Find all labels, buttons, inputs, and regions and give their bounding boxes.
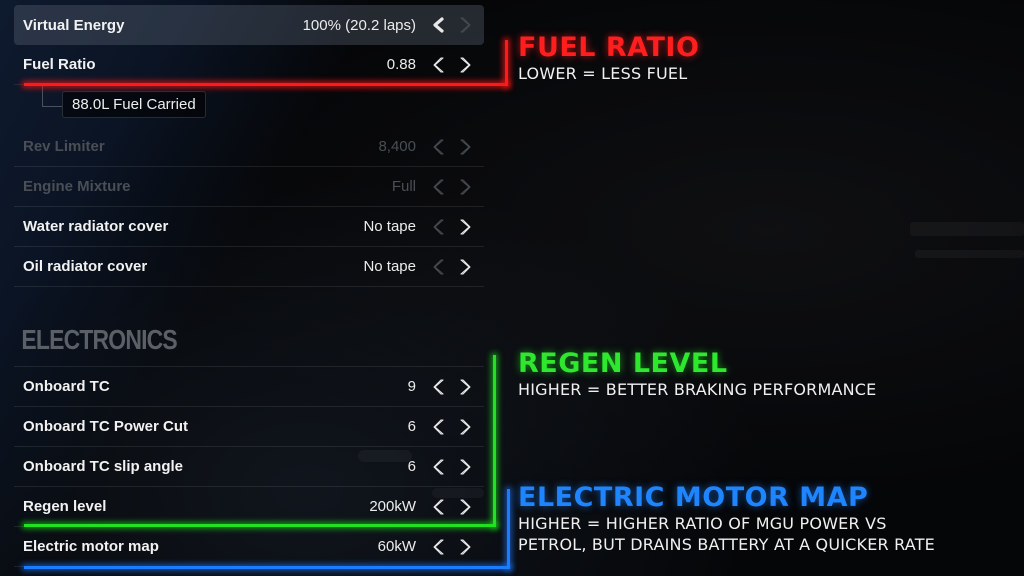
setting-value: 9 <box>407 378 416 395</box>
chevron-right-icon[interactable] <box>457 55 474 75</box>
setting-row-water-radiator-cover[interactable]: Water radiator cover No tape <box>14 207 484 247</box>
section-title-electronics: ELECTRONICS <box>14 287 485 367</box>
setting-row-virtual-energy[interactable]: Virtual Energy 100% (20.2 laps) <box>14 5 484 45</box>
setting-value: No tape <box>363 218 416 235</box>
setting-value: 8,400 <box>378 138 416 155</box>
chevron-right-icon[interactable] <box>457 457 474 477</box>
annotation-title: REGEN LEVEL <box>518 348 728 379</box>
setting-label: Electric motor map <box>23 538 159 555</box>
fuel-carried-info: 88.0L Fuel Carried <box>14 85 484 127</box>
fuel-ratio-underline <box>24 83 508 86</box>
chevron-left-icon[interactable] <box>430 217 447 237</box>
chevron-right-icon[interactable] <box>457 497 474 517</box>
setting-label: Regen level <box>23 498 107 515</box>
background-shape <box>910 222 1024 236</box>
setting-row-onboard-tc-power-cut[interactable]: Onboard TC Power Cut 6 <box>14 407 484 447</box>
fuel-carried-badge: 88.0L Fuel Carried <box>62 91 206 118</box>
chevron-right-icon[interactable] <box>457 15 474 35</box>
setting-value: 60kW <box>377 538 416 555</box>
chevron-right-icon[interactable] <box>457 217 474 237</box>
setting-value: 0.88 <box>386 56 416 73</box>
tree-connector <box>42 85 62 107</box>
chevron-left-icon[interactable] <box>430 137 447 157</box>
chevron-left-icon[interactable] <box>430 257 447 277</box>
setting-value: 200kW <box>369 498 416 515</box>
chevron-right-icon[interactable] <box>457 417 474 437</box>
settings-panel: Virtual Energy 100% (20.2 laps) Fuel Ratio… <box>14 5 485 567</box>
annotation-description: HIGHER = BETTER BRAKING PERFORMANCE <box>518 380 877 399</box>
setting-value: 6 <box>407 458 416 475</box>
setting-label: Onboard TC Power Cut <box>23 418 188 435</box>
chevron-right-icon[interactable] <box>457 177 474 197</box>
chevron-right-icon[interactable] <box>457 377 474 397</box>
chevron-right-icon[interactable] <box>457 257 474 277</box>
annotation-description: PETROL, BUT DRAINS BATTERY AT A QUICKER … <box>518 535 935 554</box>
setting-label: Virtual Energy <box>23 16 125 34</box>
setting-label: Fuel Ratio <box>23 56 96 73</box>
annotation-description: HIGHER = HIGHER RATIO OF MGU POWER VS <box>518 514 887 533</box>
setting-label: Water radiator cover <box>23 218 169 235</box>
setting-value: 6 <box>407 418 416 435</box>
setting-label: Rev Limiter <box>23 138 105 155</box>
regen-level-annotation: REGEN LEVEL HIGHER = BETTER BRAKING PERF… <box>518 348 877 400</box>
setting-value: Full <box>391 178 416 195</box>
annotation-description: LOWER = LESS FUEL <box>518 64 688 83</box>
background-shape <box>915 250 1024 258</box>
chevron-left-icon[interactable] <box>430 417 447 437</box>
fuel-ratio-connector <box>505 40 508 86</box>
setting-value: 100% (20.2 laps) <box>302 16 416 34</box>
regen-level-connector <box>493 355 496 527</box>
electric-motor-map-connector <box>507 489 510 569</box>
setting-row-onboard-tc[interactable]: Onboard TC 9 <box>14 367 484 407</box>
chevron-left-icon[interactable] <box>430 457 447 477</box>
chevron-right-icon[interactable] <box>457 137 474 157</box>
fuel-ratio-annotation: FUEL RATIO LOWER = LESS FUEL <box>518 32 699 84</box>
setting-label: Engine Mixture <box>23 178 131 195</box>
setting-row-fuel-ratio[interactable]: Fuel Ratio 0.88 <box>14 45 484 85</box>
electric-motor-map-underline <box>24 566 510 569</box>
setting-label: Onboard TC <box>23 378 110 395</box>
setting-row-engine-mixture[interactable]: Engine Mixture Full <box>14 167 484 207</box>
setting-label: Onboard TC slip angle <box>23 458 184 475</box>
setting-row-onboard-tc-slip-angle[interactable]: Onboard TC slip angle 6 <box>14 447 484 487</box>
chevron-left-icon[interactable] <box>430 377 447 397</box>
chevron-left-icon[interactable] <box>430 497 447 517</box>
setting-row-rev-limiter[interactable]: Rev Limiter 8,400 <box>14 127 484 167</box>
chevron-left-icon[interactable] <box>430 177 447 197</box>
chevron-right-icon[interactable] <box>457 537 474 557</box>
annotation-title: FUEL RATIO <box>518 32 700 63</box>
setting-row-oil-radiator-cover[interactable]: Oil radiator cover No tape <box>14 247 484 287</box>
setting-label: Oil radiator cover <box>23 258 148 275</box>
regen-level-underline <box>24 524 496 527</box>
setting-value: No tape <box>363 258 416 275</box>
chevron-left-icon[interactable] <box>430 15 447 35</box>
setting-row-regen-level[interactable]: Regen level 200kW <box>14 487 484 527</box>
annotation-title: ELECTRIC MOTOR MAP <box>518 482 869 513</box>
chevron-left-icon[interactable] <box>430 537 447 557</box>
chevron-left-icon[interactable] <box>430 55 447 75</box>
electric-motor-map-annotation: ELECTRIC MOTOR MAP HIGHER = HIGHER RATIO… <box>518 482 935 555</box>
setting-row-electric-motor-map[interactable]: Electric motor map 60kW <box>14 527 484 567</box>
